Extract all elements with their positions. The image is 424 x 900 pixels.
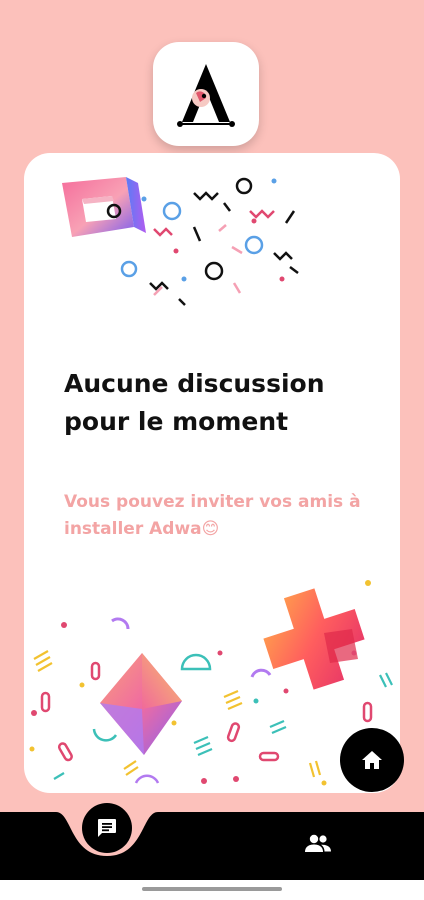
nav-bar-background: [0, 812, 424, 900]
chat-bubble-icon: [98, 819, 116, 837]
tab-chats[interactable]: [82, 803, 132, 853]
home-button[interactable]: [340, 728, 404, 792]
people-icon: [305, 834, 331, 852]
app-logo: [153, 42, 259, 146]
tab-contacts[interactable]: [296, 824, 340, 864]
confetti-illustration-top: [62, 177, 299, 306]
gesture-navigation-bar[interactable]: [142, 887, 282, 891]
empty-state-card: Aucune discussion pour le moment Vous po…: [24, 153, 400, 793]
chats-screen: Aucune discussion pour le moment Vous po…: [0, 0, 424, 900]
home-icon: [362, 751, 382, 769]
empty-state-title: Aucune discussion pour le moment: [64, 369, 325, 436]
bottom-navigation: [0, 800, 424, 900]
empty-state-subtitle: Vous pouvez inviter vos amis à installer…: [64, 492, 361, 539]
adwa-a-logo-icon: [177, 64, 235, 127]
